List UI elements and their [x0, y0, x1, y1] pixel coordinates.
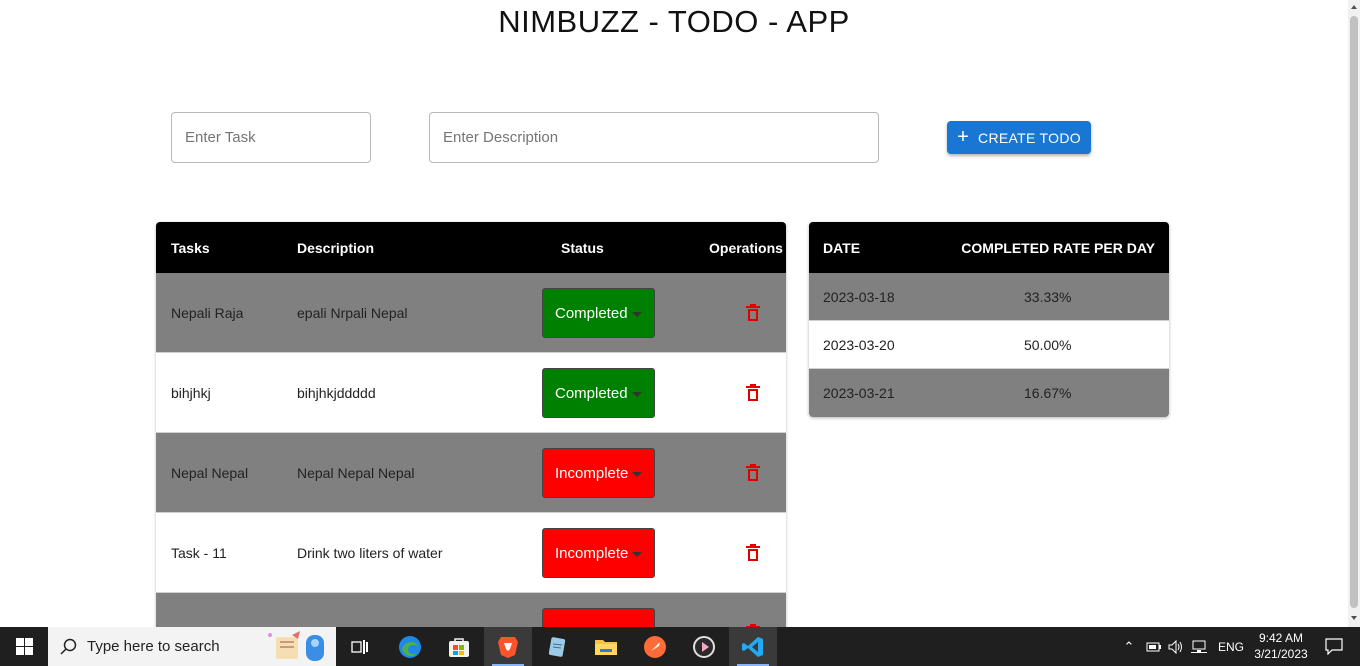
- status-value: Incomplete: [555, 464, 629, 482]
- taskbar-media-player[interactable]: [680, 627, 728, 666]
- vscode-icon: [742, 636, 763, 657]
- description-cell: bihjhkjddddd: [297, 384, 376, 401]
- notification-icon: [1324, 638, 1343, 655]
- task-cell: Nepali Raja: [171, 304, 244, 321]
- clock[interactable]: 9:42 AM 3/21/2023: [1251, 630, 1311, 662]
- plus-icon: +: [957, 125, 970, 148]
- delete-icon[interactable]: [745, 304, 761, 322]
- task-cell: bihjhkj: [171, 384, 211, 401]
- header-date: DATE: [823, 239, 861, 256]
- caret-down-icon: [632, 312, 642, 317]
- status-value: Incomplete: [555, 544, 629, 562]
- caret-down-icon: [632, 392, 642, 397]
- create-todo-label: CREATE TODO: [978, 129, 1081, 146]
- taskbar: Type here to search ⌃ ENG 9:42 AM 3/21/2…: [0, 627, 1360, 666]
- table-row: bihjhkj bihjhkjddddd Completed: [156, 353, 786, 433]
- status-select[interactable]: Completed: [542, 288, 655, 338]
- taskbar-search[interactable]: Type here to search: [48, 627, 336, 666]
- table-row: Nepali Raja epali Nrpali Nepal Completed: [156, 273, 786, 353]
- task-cell: Nepal Nepal: [171, 464, 249, 481]
- clock-time: 9:42 AM: [1258, 631, 1304, 645]
- vertical-scrollbar[interactable]: [1348, 0, 1360, 627]
- header-completed-rate: COMPLETED RATE PER DAY: [961, 239, 1155, 256]
- status-value: Completed: [555, 384, 628, 402]
- table-row: Nepal Nepal Nepal Nepal Nepal Incomplete: [156, 433, 786, 513]
- description-cell: Nepal Nepal Nepal: [297, 464, 415, 481]
- battery-icon[interactable]: [1146, 641, 1162, 653]
- description-cell: epali Nrpali Nepal: [297, 304, 408, 321]
- header-operations: Operations: [709, 239, 783, 256]
- network-icon[interactable]: [1191, 640, 1207, 654]
- status-select[interactable]: Incomplete: [542, 528, 655, 578]
- search-placeholder: Type here to search: [87, 638, 220, 655]
- taskbar-vscode[interactable]: [729, 627, 777, 666]
- scrollbar-thumb[interactable]: [1350, 16, 1358, 608]
- edge-icon: [399, 635, 421, 658]
- create-todo-button[interactable]: + CREATE TODO: [947, 121, 1091, 154]
- postman-icon: [644, 635, 666, 658]
- delete-icon[interactable]: [745, 384, 761, 402]
- description-field[interactable]: [429, 112, 879, 163]
- rate-table-header: DATE COMPLETED RATE PER DAY: [809, 222, 1169, 273]
- delete-icon[interactable]: [745, 464, 761, 482]
- header-tasks: Tasks: [171, 239, 210, 256]
- rate-cell: 16.67%: [1024, 385, 1072, 401]
- taskbar-brave[interactable]: [484, 627, 532, 666]
- start-button[interactable]: [0, 627, 48, 666]
- task-field[interactable]: [171, 112, 371, 163]
- scroll-up-icon[interactable]: [1351, 5, 1357, 9]
- file-explorer-icon: [595, 639, 617, 655]
- table-row: [156, 593, 786, 627]
- table-row: Task - 11 Drink two liters of water Inco…: [156, 513, 786, 593]
- page: NIMBUZZ - TODO - APP + CREATE TODO Tasks…: [0, 0, 1348, 627]
- rate-cell: 50.00%: [1024, 336, 1072, 353]
- status-select[interactable]: Incomplete: [542, 448, 655, 498]
- task-view-icon: [351, 639, 368, 654]
- store-icon: [449, 637, 469, 657]
- caret-down-icon: [632, 472, 642, 477]
- system-tray: ⌃ ENG: [1122, 627, 1244, 666]
- media-player-icon: [693, 635, 715, 658]
- notification-button[interactable]: [1311, 627, 1356, 666]
- date-cell: 2023-03-21: [823, 385, 895, 401]
- task-view-button[interactable]: [336, 627, 384, 666]
- description-input[interactable]: [430, 113, 878, 162]
- todo-table-header: Tasks Description Status Operations: [156, 222, 786, 273]
- header-description: Description: [297, 239, 375, 256]
- description-cell: Drink two liters of water: [297, 544, 443, 561]
- rate-cell: 33.33%: [1024, 288, 1072, 305]
- scroll-down-icon[interactable]: [1351, 616, 1357, 620]
- rate-row: 2023-03-21 16.67%: [809, 369, 1169, 417]
- brave-icon: [498, 636, 518, 658]
- status-value: Completed: [555, 304, 628, 322]
- completion-rate-table: DATE COMPLETED RATE PER DAY 2023-03-18 3…: [809, 222, 1169, 417]
- chevron-up-icon[interactable]: ⌃: [1122, 639, 1136, 655]
- clock-date: 3/21/2023: [1254, 647, 1308, 661]
- delete-icon[interactable]: [745, 544, 761, 562]
- notepad-icon: [548, 636, 566, 657]
- rate-row: 2023-03-18 33.33%: [809, 273, 1169, 321]
- taskbar-store[interactable]: [435, 627, 483, 666]
- search-highlight-icon: [268, 631, 324, 661]
- task-cell: Task - 11: [171, 544, 227, 561]
- date-cell: 2023-03-20: [823, 336, 895, 353]
- header-status: Status: [561, 239, 604, 256]
- page-title: NIMBUZZ - TODO - APP: [498, 4, 850, 39]
- status-select[interactable]: [542, 608, 655, 627]
- rate-row: 2023-03-20 50.00%: [809, 321, 1169, 369]
- status-select[interactable]: Completed: [542, 368, 655, 418]
- language-indicator[interactable]: ENG: [1218, 640, 1244, 654]
- taskbar-edge[interactable]: [386, 627, 434, 666]
- todo-table: Tasks Description Status Operations Nepa…: [156, 222, 786, 627]
- taskbar-notepad[interactable]: [533, 627, 581, 666]
- date-cell: 2023-03-18: [823, 288, 895, 305]
- search-icon: [60, 638, 77, 655]
- volume-icon[interactable]: [1168, 639, 1184, 654]
- caret-down-icon: [632, 552, 642, 557]
- task-input[interactable]: [172, 113, 370, 162]
- taskbar-file-explorer[interactable]: [582, 627, 630, 666]
- taskbar-postman[interactable]: [631, 627, 679, 666]
- windows-icon: [15, 638, 33, 655]
